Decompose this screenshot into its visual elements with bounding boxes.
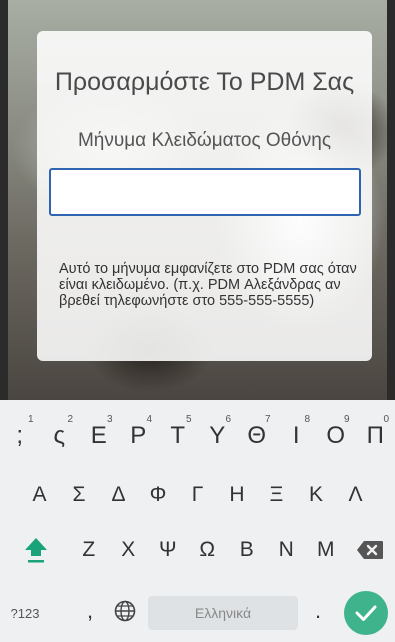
key-label: Ε xyxy=(90,422,107,449)
comma-key[interactable]: , xyxy=(75,583,105,639)
key-xi[interactable]: Ξ xyxy=(257,467,297,523)
key-hint: 5 xyxy=(185,414,192,425)
lock-message-label: Μήνυμα Κλειδώματος Οθόνης xyxy=(77,130,332,151)
key-label: Τ xyxy=(170,422,186,449)
key-hint: 1 xyxy=(27,414,34,425)
key-epsilon[interactable]: Ε 3 xyxy=(79,408,119,464)
key-kappa[interactable]: Κ xyxy=(296,467,336,523)
key-upsilon[interactable]: Υ 6 xyxy=(198,408,238,464)
lock-message-input[interactable] xyxy=(49,168,361,216)
page-title: Προσαρμόστε Το PDM Σας xyxy=(54,68,355,96)
key-label: ; xyxy=(16,422,24,449)
key-tau[interactable]: Τ 5 xyxy=(158,408,198,464)
keyboard-row-3: Ζ Χ Ψ Ω Β Ν Μ xyxy=(0,522,395,578)
key-label: Ο xyxy=(326,422,346,449)
key-hint: 3 xyxy=(106,414,113,425)
help-text: Αυτό το μήνυμα εμφανίζετε στο PDM σας ότ… xyxy=(59,261,357,309)
key-theta[interactable]: Θ 7 xyxy=(237,408,277,464)
key-lambda[interactable]: Λ xyxy=(336,467,376,523)
lock-message-screen: Προσαρμόστε Το PDM Σας Μήνυμα Κλειδώματο… xyxy=(0,0,395,642)
key-hint: 6 xyxy=(225,414,231,425)
backspace-icon[interactable] xyxy=(345,522,395,578)
key-gamma[interactable]: Γ xyxy=(178,467,218,523)
key-alpha[interactable]: Α xyxy=(20,467,60,523)
key-omicron[interactable]: Ο 9 xyxy=(316,408,356,464)
key-semicolon[interactable]: ; 1 xyxy=(0,408,40,464)
key-beta[interactable]: Β xyxy=(227,522,267,578)
key-hint: 4 xyxy=(146,414,152,425)
key-delta[interactable]: Δ xyxy=(99,467,139,523)
key-hint: 9 xyxy=(343,414,350,425)
key-omega[interactable]: Ω xyxy=(188,522,228,578)
key-chi[interactable]: Χ xyxy=(109,522,149,578)
key-mu[interactable]: Μ xyxy=(306,522,346,578)
period-key[interactable]: . xyxy=(303,583,333,639)
key-phi[interactable]: Φ xyxy=(138,467,178,523)
key-hint: 2 xyxy=(67,414,73,425)
key-final-sigma[interactable]: ς 2 xyxy=(40,408,80,464)
keyboard-row-1: ; 1 ς 2 Ε 3 Ρ 4 Τ 5 Υ 6 Θ 7 Ι 8 Ο 9 Π 0 xyxy=(0,408,395,464)
key-hint: 8 xyxy=(304,414,310,425)
shift-icon[interactable] xyxy=(8,522,64,578)
checkmark-icon[interactable] xyxy=(344,591,388,635)
globe-icon[interactable] xyxy=(105,583,145,639)
key-nu[interactable]: Ν xyxy=(267,522,307,578)
key-hint: 7 xyxy=(264,414,271,425)
space-bar[interactable]: Ελληνικά xyxy=(148,596,298,630)
key-label: Π xyxy=(366,422,384,449)
right-edge xyxy=(387,0,395,400)
key-label: Θ xyxy=(247,422,267,449)
key-zeta[interactable]: Ζ xyxy=(69,522,109,578)
key-label: Υ xyxy=(209,422,226,449)
key-label: ς xyxy=(53,422,66,449)
key-rho[interactable]: Ρ 4 xyxy=(119,408,159,464)
key-pi[interactable]: Π 0 xyxy=(356,408,395,464)
customize-card: Προσαρμόστε Το PDM Σας Μήνυμα Κλειδώματο… xyxy=(37,31,372,361)
key-iota[interactable]: Ι 8 xyxy=(277,408,317,464)
key-eta[interactable]: Η xyxy=(217,467,257,523)
key-label: Ι xyxy=(292,422,300,449)
left-edge xyxy=(0,0,8,400)
key-psi[interactable]: Ψ xyxy=(148,522,188,578)
keyboard-row-2: Α Σ Δ Φ Γ Η Ξ Κ Λ xyxy=(0,467,395,523)
key-hint: 0 xyxy=(383,414,389,425)
key-label: Ρ xyxy=(130,422,147,449)
key-sigma[interactable]: Σ xyxy=(59,467,99,523)
symbols-key[interactable]: ?123 xyxy=(0,585,50,641)
